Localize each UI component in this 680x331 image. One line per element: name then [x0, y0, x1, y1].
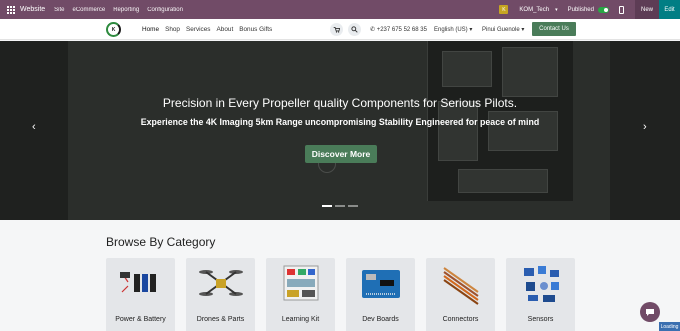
chat-button[interactable] — [640, 302, 660, 322]
menu-reporting[interactable]: Reporting — [113, 7, 139, 13]
published-toggle[interactable] — [597, 6, 609, 13]
chevron-down-icon[interactable]: ▾ — [555, 7, 558, 13]
nav-shop[interactable]: Shop — [165, 26, 180, 33]
carousel-dot[interactable] — [348, 205, 358, 207]
nav-home[interactable]: Home — [142, 26, 159, 33]
admin-bar: Website Site eCommerce Reporting Configu… — [0, 0, 680, 19]
new-button[interactable]: New — [634, 0, 659, 19]
carousel-dot[interactable] — [335, 205, 345, 207]
sensor-icon — [524, 266, 559, 302]
nav-services[interactable]: Services — [186, 26, 211, 33]
cart-icon[interactable] — [330, 23, 343, 36]
category-label: Sensors — [527, 316, 554, 323]
category-card[interactable]: Drones & Parts — [186, 258, 255, 331]
hero-carousel: Precision in Every Propeller quality Com… — [0, 41, 680, 220]
battery-icon — [120, 272, 156, 293]
category-card[interactable]: Learning Kit — [266, 258, 335, 331]
phone-text: +237 675 52 68 35 — [376, 27, 427, 33]
category-card[interactable]: Sensors — [506, 258, 575, 331]
contact-us-button[interactable]: Contact Us — [532, 22, 576, 36]
site-header: K Home Shop Services About Bonus Gifts ✆… — [0, 19, 680, 40]
user-badge[interactable]: K — [499, 5, 509, 14]
edit-button[interactable]: Edit — [659, 0, 680, 19]
chevron-left-icon[interactable]: ‹ — [32, 121, 36, 133]
category-section: Browse By Category Power & Battery Drone… — [0, 220, 680, 331]
nav-about[interactable]: About — [217, 26, 234, 33]
category-label: Learning Kit — [281, 316, 320, 323]
main-nav: Home Shop Services About Bonus Gifts — [142, 26, 272, 33]
nav-bonus-gifts[interactable]: Bonus Gifts — [239, 26, 272, 33]
menu-configuration[interactable]: Configuration — [147, 7, 183, 13]
search-icon[interactable] — [348, 23, 361, 36]
dev-board-icon — [362, 270, 400, 298]
connector-cable-icon — [443, 267, 479, 305]
phone-icon: ✆ — [370, 27, 377, 33]
menu-site[interactable]: Site — [54, 7, 64, 13]
hero-title: Precision in Every Propeller quality Com… — [162, 96, 518, 110]
discover-more-button[interactable]: Discover More — [305, 145, 377, 163]
category-label: Drones & Parts — [196, 316, 245, 323]
category-card[interactable]: Dev Boards — [346, 258, 415, 331]
drone-icon — [199, 270, 243, 296]
menu-ecommerce[interactable]: eCommerce — [73, 7, 106, 13]
category-list: Power & Battery Drones & Parts Learning … — [106, 258, 586, 331]
apps-grid-icon[interactable] — [7, 5, 15, 14]
language-label: English (US) — [434, 27, 468, 33]
logo-mark: K — [106, 22, 121, 37]
chevron-down-icon: ▾ — [469, 27, 473, 33]
mobile-preview-icon[interactable] — [618, 5, 624, 14]
site-logo[interactable]: K — [106, 21, 130, 38]
category-card[interactable]: Connectors — [426, 258, 495, 331]
learning-kit-icon — [283, 265, 319, 301]
language-selector[interactable]: English (US) ▾ — [434, 26, 472, 33]
user-name: Pinui Guenole — [482, 27, 520, 33]
chat-icon — [646, 309, 654, 316]
category-label: Dev Boards — [362, 316, 399, 323]
category-label: Connectors — [442, 316, 479, 323]
category-card[interactable]: Power & Battery — [106, 258, 175, 331]
published-label: Published — [567, 6, 594, 13]
app-name[interactable]: Website — [20, 6, 45, 13]
chevron-down-icon: ▾ — [521, 27, 525, 33]
loading-indicator: Loading — [659, 322, 680, 331]
user-menu[interactable]: Pinui Guenole ▾ — [482, 26, 524, 33]
carousel-dot[interactable] — [322, 205, 332, 207]
company-switcher[interactable]: KOM_Tech — [519, 7, 549, 13]
category-label: Power & Battery — [115, 316, 166, 323]
hero-subtitle: Experience the 4K Imaging 5km Range unco… — [140, 117, 540, 127]
carousel-indicators — [322, 205, 358, 207]
chevron-right-icon[interactable]: › — [643, 121, 647, 133]
section-heading: Browse By Category — [106, 235, 216, 249]
phone-number[interactable]: ✆ +237 675 52 68 35 — [370, 26, 427, 33]
